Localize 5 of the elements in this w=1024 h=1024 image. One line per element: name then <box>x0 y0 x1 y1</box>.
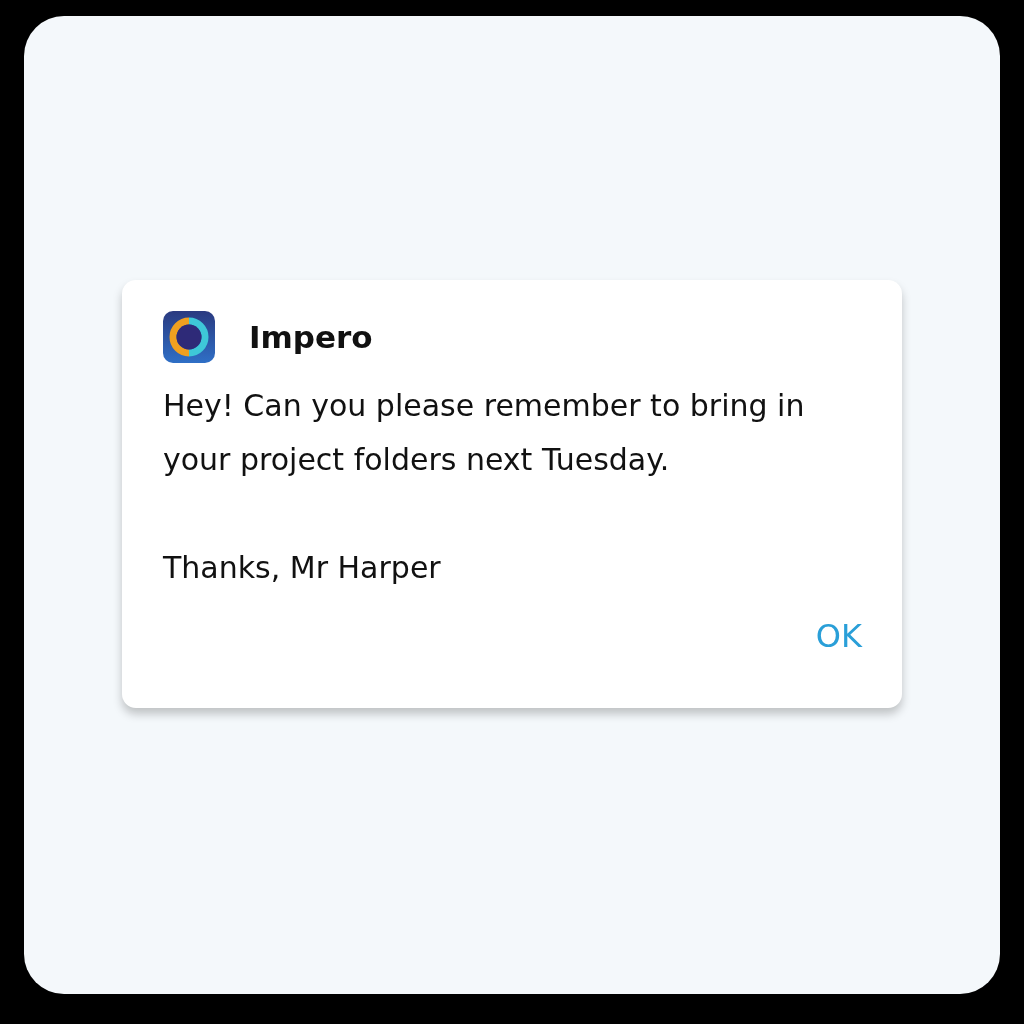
app-logo-icon <box>163 311 215 363</box>
signature-text: Thanks, Mr Harper <box>163 549 442 587</box>
app-name: Impero <box>249 319 373 355</box>
message-text: Hey! Can you please remember to bring in your project folders next Tuesday. <box>163 387 806 479</box>
ok-button[interactable]: OK <box>815 617 862 655</box>
